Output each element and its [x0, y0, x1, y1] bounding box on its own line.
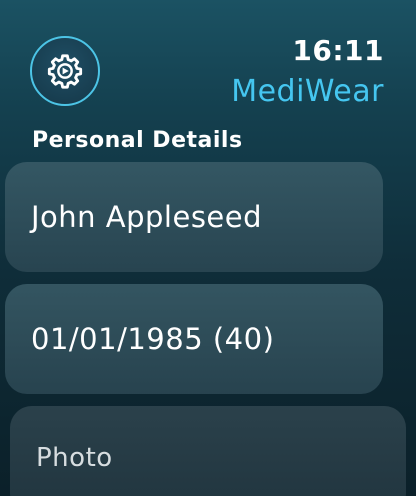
photo-label: Photo: [36, 443, 113, 473]
name-field[interactable]: John Appleseed: [5, 162, 383, 272]
name-value: John Appleseed: [31, 200, 263, 234]
time-display: 16:11: [292, 34, 384, 67]
dob-field[interactable]: 01/01/1985 (40): [5, 284, 383, 394]
photo-field[interactable]: Photo: [10, 406, 406, 496]
dob-value: 01/01/1985 (40): [31, 322, 275, 356]
app-name: MediWear: [231, 74, 384, 109]
gear-icon: [47, 54, 83, 89]
section-title: Personal Details: [32, 128, 243, 153]
settings-button[interactable]: [30, 36, 100, 106]
